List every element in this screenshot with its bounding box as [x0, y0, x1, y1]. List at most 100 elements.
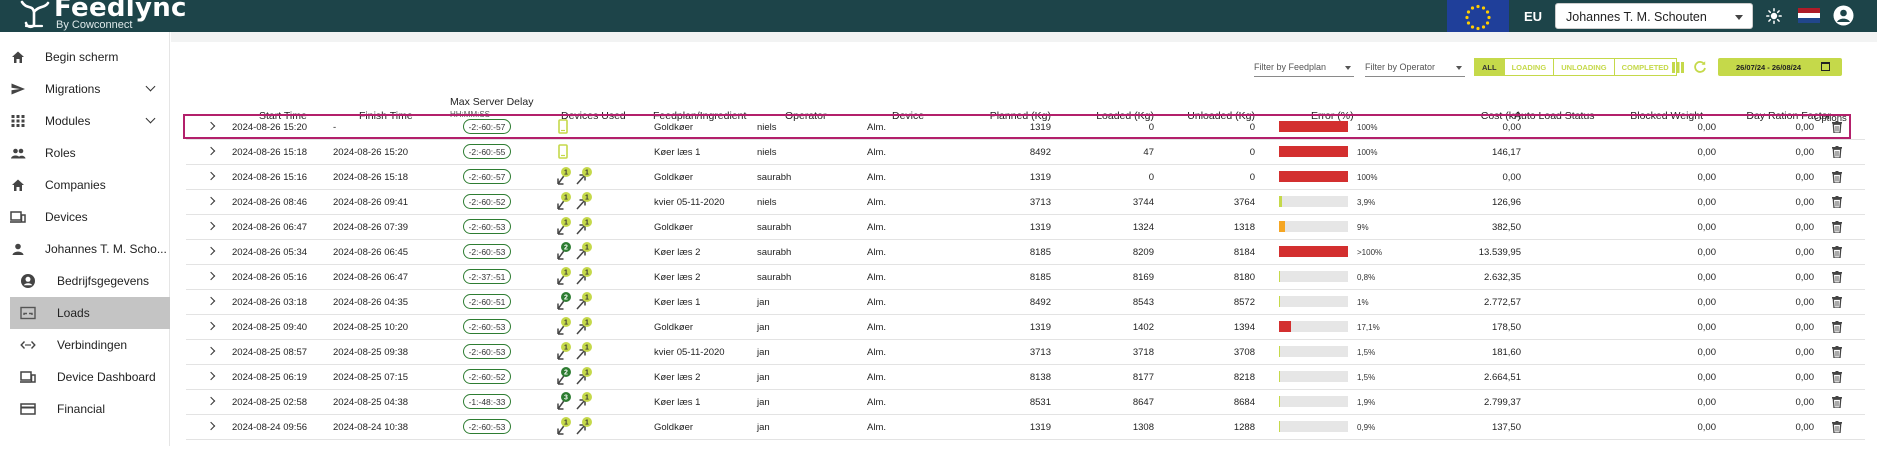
- table-row[interactable]: 2024-08-26 08:46 2024-08-26 09:41 -2:-60:-…: [186, 190, 1865, 215]
- table-row[interactable]: 2024-08-24 09:56 2024-08-24 10:38 -2:-60:-…: [186, 415, 1865, 440]
- table-row[interactable]: 2024-08-25 02:58 2024-08-25 04:38 -1:-48:-…: [186, 390, 1865, 415]
- eu-star-icon: [1466, 21, 1471, 25]
- sidebar-subitem-device-dashboard[interactable]: Device Dashboard: [0, 361, 170, 393]
- delete-icon[interactable]: [1832, 371, 1842, 383]
- svg-text:1: 1: [585, 220, 589, 227]
- dutch-flag-icon[interactable]: [1798, 8, 1820, 23]
- cell-cost: 178,50: [1491, 322, 1521, 333]
- columns-icon[interactable]: [1672, 62, 1684, 73]
- cell-loaded: 8177: [1132, 372, 1154, 383]
- cell-unloaded: 0: [1249, 147, 1255, 158]
- sidebar-subitem-financial[interactable]: Financial: [0, 393, 170, 425]
- cell-day-ration-factor: 0,00: [1795, 147, 1815, 158]
- date-range-button[interactable]: 26/07/24 - 26/08/24: [1718, 58, 1842, 76]
- table-row[interactable]: 2024-08-26 05:34 2024-08-26 06:45 -2:-60:-…: [186, 240, 1865, 265]
- sidebar-item-companies[interactable]: Companies: [0, 169, 170, 201]
- delete-icon[interactable]: [1832, 421, 1842, 433]
- tab-loading[interactable]: LOADING: [1505, 59, 1555, 75]
- table-row[interactable]: 2024-08-26 15:20 - -2:-60:-57 Goldkøer niels…: [186, 115, 1865, 140]
- tab-all[interactable]: ALL: [1475, 59, 1505, 75]
- delete-icon[interactable]: [1832, 346, 1842, 358]
- operator-filter[interactable]: Filter by Operator: [1365, 61, 1465, 77]
- sidebar-item-roles[interactable]: Roles: [0, 137, 170, 169]
- table-row[interactable]: 2024-08-26 05:16 2024-08-26 06:47 -2:-37:-…: [186, 265, 1865, 290]
- tab-unloading[interactable]: UNLOADING: [1554, 59, 1615, 75]
- load-unload-arrows-icon: 31: [557, 392, 592, 410]
- table-row[interactable]: 2024-08-25 09:40 2024-08-25 10:20 -2:-60:-…: [186, 315, 1865, 340]
- card-icon: [20, 403, 36, 415]
- chevron-down-icon: [145, 81, 156, 92]
- table-row[interactable]: 2024-08-25 08:57 2024-08-25 09:38 -2:-60:-…: [186, 340, 1865, 365]
- sidebar-item-user[interactable]: Johannes T. M. Scho...: [0, 233, 170, 265]
- delete-icon[interactable]: [1832, 146, 1842, 158]
- expand-row-chevron-icon[interactable]: [206, 321, 216, 331]
- expand-row-chevron-icon[interactable]: [206, 421, 216, 431]
- table-row[interactable]: 2024-08-26 15:16 2024-08-26 15:18 -2:-60:-…: [186, 165, 1865, 190]
- eu-star-icon: [1465, 15, 1469, 20]
- expand-row-chevron-icon[interactable]: [206, 221, 216, 231]
- delete-icon[interactable]: [1832, 221, 1842, 233]
- server-delay-badge: -2:-60:-51: [463, 294, 511, 309]
- svg-text:1: 1: [585, 195, 589, 202]
- delete-icon[interactable]: [1832, 121, 1842, 133]
- expand-row-chevron-icon[interactable]: [206, 196, 216, 206]
- cell-operator: niels: [757, 197, 777, 208]
- cell-start-time: 2024-08-26 06:47: [232, 222, 308, 233]
- cell-finish-time: 2024-08-25 10:20: [333, 322, 409, 333]
- refresh-icon[interactable]: [1693, 60, 1707, 74]
- table-row[interactable]: 2024-08-25 06:19 2024-08-25 07:15 -2:-60:-…: [186, 365, 1865, 390]
- sidebar-item-label: Verbindingen: [57, 338, 128, 352]
- table-row[interactable]: 2024-08-26 15:18 2024-08-26 15:20 -2:-60:-…: [186, 140, 1865, 165]
- delete-icon[interactable]: [1832, 271, 1842, 283]
- server-delay-badge: -2:-37:-51: [463, 269, 511, 284]
- sidebar-item-migrations[interactable]: Migrations: [0, 73, 170, 105]
- expand-row-chevron-icon[interactable]: [206, 396, 216, 406]
- expand-row-chevron-icon[interactable]: [206, 121, 216, 131]
- table-row[interactable]: 2024-08-26 06:47 2024-08-26 07:39 -2:-60:-…: [186, 215, 1865, 240]
- expand-row-chevron-icon[interactable]: [206, 296, 216, 306]
- account-icon[interactable]: [1833, 5, 1854, 26]
- delete-icon[interactable]: [1832, 321, 1842, 333]
- sidebar-subitem-loads[interactable]: Loads: [10, 297, 170, 329]
- expand-row-chevron-icon[interactable]: [206, 171, 216, 181]
- theme-toggle-sun-icon[interactable]: [1766, 8, 1782, 24]
- cell-planned: 1319: [1029, 122, 1051, 133]
- col-header-max-server-delay[interactable]: Max Server Delay: [450, 96, 533, 108]
- sidebar-item-label: Companies: [45, 178, 106, 192]
- load-unload-arrows-icon: 11: [557, 342, 592, 360]
- error-bar: [1279, 321, 1348, 332]
- tab-completed[interactable]: COMPLETED: [1615, 59, 1676, 75]
- delete-icon[interactable]: [1832, 171, 1842, 183]
- table-row[interactable]: 2024-08-26 03:18 2024-08-26 04:35 -2:-60:-…: [186, 290, 1865, 315]
- cell-loaded: 3718: [1132, 347, 1154, 358]
- expand-row-chevron-icon[interactable]: [206, 346, 216, 356]
- scale-icon: [20, 306, 36, 320]
- home-icon: [12, 51, 24, 63]
- cell-day-ration-factor: 0,00: [1795, 397, 1815, 408]
- error-bar: [1279, 271, 1348, 282]
- cell-blocked-weight: 0,00: [1697, 397, 1717, 408]
- chevron-down-icon: [1456, 66, 1462, 70]
- error-bar: [1279, 196, 1348, 207]
- delete-icon[interactable]: [1832, 196, 1842, 208]
- sidebar-item-modules[interactable]: Modules: [0, 105, 170, 137]
- expand-row-chevron-icon[interactable]: [206, 271, 216, 281]
- feedplan-filter[interactable]: Filter by Feedplan: [1254, 61, 1354, 77]
- sidebar-subitem-bedrijfsgegevens[interactable]: Bedrijfsgegevens: [0, 265, 170, 297]
- cell-feedplan: Køer læs 1: [654, 397, 701, 408]
- eu-star-icon: [1487, 15, 1491, 20]
- delete-icon[interactable]: [1832, 396, 1842, 408]
- svg-text:1: 1: [585, 345, 589, 352]
- expand-row-chevron-icon[interactable]: [206, 371, 216, 381]
- expand-row-chevron-icon[interactable]: [206, 146, 216, 156]
- svg-text:1: 1: [585, 395, 589, 402]
- region-label: EU: [1524, 9, 1543, 24]
- cell-finish-time: 2024-08-24 10:38: [333, 422, 409, 433]
- delete-icon[interactable]: [1832, 246, 1842, 258]
- sidebar-item-begin-scherm[interactable]: Begin scherm: [0, 41, 170, 73]
- sidebar-subitem-verbindingen[interactable]: Verbindingen: [0, 329, 170, 361]
- expand-row-chevron-icon[interactable]: [206, 246, 216, 256]
- delete-icon[interactable]: [1832, 296, 1842, 308]
- user-select[interactable]: Johannes T. M. Schouten: [1555, 3, 1753, 29]
- sidebar-item-devices[interactable]: Devices: [0, 201, 170, 233]
